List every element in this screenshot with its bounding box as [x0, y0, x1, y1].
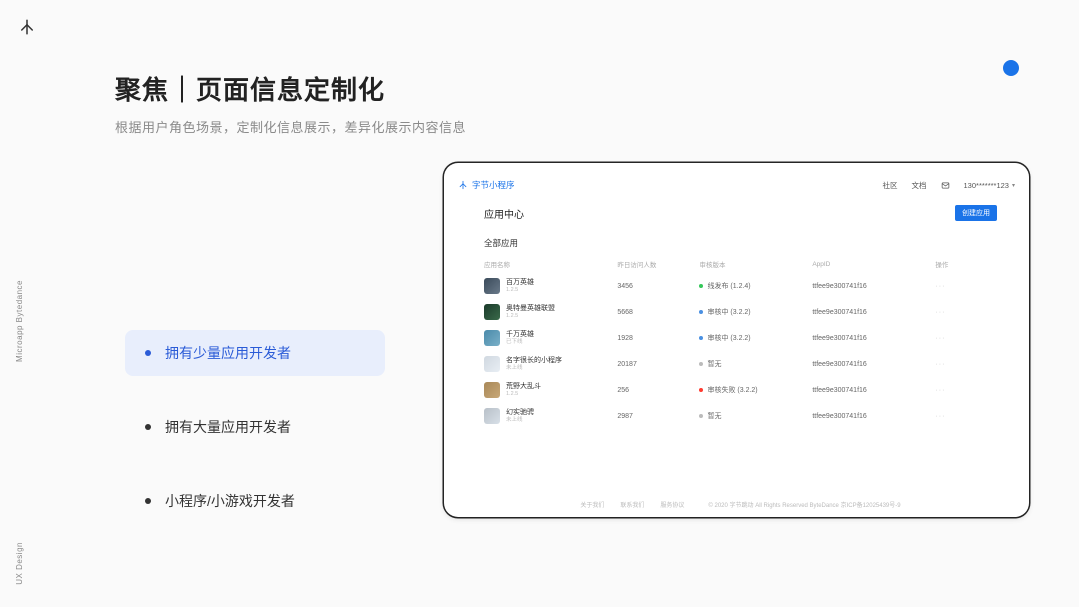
user-menu[interactable]: 130*******123 ▾ [964, 181, 1015, 190]
decor-dot [1003, 60, 1019, 76]
app-footer: 关于我们 联系我们 服务协议 © 2020 字节跳动 All Rights Re… [484, 492, 997, 517]
status-dot-icon [699, 362, 703, 366]
row-actions[interactable]: ··· [935, 403, 997, 429]
user-phone: 130*******123 [964, 181, 1009, 190]
cell-appid: ttfee9e300741f16 [812, 377, 935, 403]
cell-status: 线发布 (1.2.4) [699, 281, 812, 291]
nav-docs[interactable]: 文档 [912, 180, 927, 191]
footer-copyright: © 2020 字节跳动 All Rights Reserved ByteDanc… [708, 500, 900, 509]
row-actions[interactable]: ··· [935, 325, 997, 351]
role-bullet-many-apps[interactable]: 拥有大量应用开发者 [125, 404, 385, 450]
app-header: 字节小程序 社区 文档 130*******123 ▾ [458, 173, 1015, 197]
cell-status: 审核中 (3.2.2) [699, 333, 812, 343]
page-title: 应用中心 [484, 206, 524, 221]
app-name: 荒野大乱斗 [506, 383, 541, 391]
col-name: 应用名称 [484, 255, 617, 273]
app-thumb [484, 304, 500, 320]
app-sub: 未上线 [506, 365, 562, 372]
cell-visits: 3456 [617, 273, 699, 299]
col-version: 审核版本 [699, 255, 812, 273]
col-op: 操作 [935, 255, 997, 273]
cell-visits: 256 [617, 377, 699, 403]
status-dot-icon [699, 310, 703, 314]
app-thumb [484, 356, 500, 372]
cell-status: 暂无 [699, 411, 812, 421]
table-row[interactable]: 幻实驰骋未上线 2987暂无ttfee9e300741f16··· [484, 403, 997, 429]
cell-status: 审核中 (3.2.2) [699, 307, 812, 317]
cell-appid: ttfee9e300741f16 [812, 273, 935, 299]
bullet-dot-icon [145, 350, 151, 356]
col-appid: AppID [812, 255, 935, 273]
role-bullet-miniprogram[interactable]: 小程序/小游戏开发者 [125, 478, 385, 524]
table-row[interactable]: 名字很长的小程序未上线 20187暂无ttfee9e300741f16··· [484, 351, 997, 377]
nav-community[interactable]: 社区 [883, 180, 898, 191]
bullet-dot-icon [145, 498, 151, 504]
row-actions[interactable]: ··· [935, 351, 997, 377]
status-dot-icon [699, 414, 703, 418]
cell-appid: ttfee9e300741f16 [812, 351, 935, 377]
brand-text: 字节小程序 [472, 179, 515, 191]
status-dot-icon [699, 336, 703, 340]
cell-visits: 1928 [617, 325, 699, 351]
col-visits: 昨日访问人数 [617, 255, 699, 273]
status-dot-icon [699, 284, 703, 288]
app-thumb [484, 408, 500, 424]
create-app-button[interactable]: 创建应用 [955, 205, 997, 221]
slide-subtitle: 根据用户角色场景，定制化信息展示，差异化展示内容信息 [115, 117, 466, 136]
table-row[interactable]: 奥特曼英雄联盟1.2.5 5668审核中 (3.2.2)ttfee9e300741… [484, 299, 997, 325]
cell-visits: 5668 [617, 299, 699, 325]
bullet-dot-icon [145, 424, 151, 430]
bullet-label: 拥有大量应用开发者 [165, 417, 291, 437]
app-logo[interactable]: 字节小程序 [458, 179, 515, 191]
role-bullet-few-apps[interactable]: 拥有少量应用开发者 [125, 330, 385, 376]
cell-status: 审核失败 (3.2.2) [699, 385, 812, 395]
tablet-mockup: 字节小程序 社区 文档 130*******123 ▾ 应用中心 创建应用 全部… [444, 163, 1029, 517]
bullet-label: 拥有少量应用开发者 [165, 343, 291, 363]
row-actions[interactable]: ··· [935, 273, 997, 299]
table-row[interactable]: 千万英雄已下线 1928审核中 (3.2.2)ttfee9e300741f16··… [484, 325, 997, 351]
cell-appid: ttfee9e300741f16 [812, 325, 935, 351]
app-sub: 1.2.5 [506, 313, 555, 320]
app-name: 奥特曼英雄联盟 [506, 305, 555, 313]
table-row[interactable]: 荒野大乱斗1.2.5 256审核失败 (3.2.2)ttfee9e300741f1… [484, 377, 997, 403]
app-name: 名字很长的小程序 [506, 357, 562, 365]
cell-visits: 2987 [617, 403, 699, 429]
footer-terms[interactable]: 服务协议 [660, 500, 684, 509]
chevron-down-icon: ▾ [1012, 182, 1015, 189]
app-name: 千万英雄 [506, 331, 534, 339]
cell-visits: 20187 [617, 351, 699, 377]
side-label-company: Microapp Bytedance [15, 280, 24, 362]
app-name: 幻实驰骋 [506, 409, 534, 417]
role-bullet-list: 拥有少量应用开发者 拥有大量应用开发者 小程序/小游戏开发者 [125, 330, 385, 524]
table-row[interactable]: 百万英雄1.2.5 3456线发布 (1.2.4)ttfee9e300741f16… [484, 273, 997, 299]
cell-status: 暂无 [699, 359, 812, 369]
message-icon[interactable] [941, 181, 950, 190]
apps-table: 应用名称 昨日访问人数 审核版本 AppID 操作 百万英雄1.2.53456线… [484, 255, 997, 429]
row-actions[interactable]: ··· [935, 299, 997, 325]
app-sub: 1.2.5 [506, 391, 541, 398]
cell-appid: ttfee9e300741f16 [812, 403, 935, 429]
side-label-team: UX Design [15, 542, 24, 585]
app-thumb [484, 278, 500, 294]
slide-title: 聚焦｜页面信息定制化 [115, 70, 466, 107]
app-sub: 未上线 [506, 417, 534, 424]
row-actions[interactable]: ··· [935, 377, 997, 403]
app-thumb [484, 330, 500, 346]
app-name: 百万英雄 [506, 279, 534, 287]
app-sub: 1.2.5 [506, 287, 534, 294]
section-title: 全部应用 [484, 237, 997, 249]
cell-appid: ttfee9e300741f16 [812, 299, 935, 325]
app-sub: 已下线 [506, 339, 534, 346]
app-thumb [484, 382, 500, 398]
footer-about[interactable]: 关于我们 [580, 500, 604, 509]
status-dot-icon [699, 388, 703, 392]
footer-contact[interactable]: 联系我们 [620, 500, 644, 509]
bullet-label: 小程序/小游戏开发者 [165, 491, 295, 511]
spark-icon [18, 18, 36, 36]
